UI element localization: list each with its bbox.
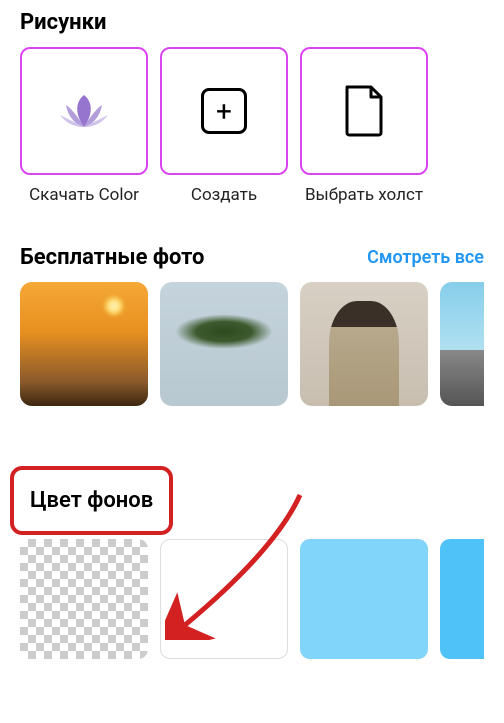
tile-label: Скачать Color [29, 185, 139, 205]
create-tile[interactable]: + Создать [160, 47, 288, 205]
tile-label: Создать [191, 185, 257, 205]
color-swatch-sky-blue[interactable] [440, 539, 484, 659]
drawings-title: Рисунки [20, 10, 106, 35]
document-icon [343, 85, 385, 137]
tile-label: Выбрать холст [305, 185, 423, 205]
free-photos-title: Бесплатные фото [20, 245, 204, 270]
bg-colors-title: Цвет фонов [10, 466, 173, 535]
lotus-icon [56, 83, 112, 139]
photo-thumb-sunset[interactable] [20, 282, 148, 406]
free-photos-section: Бесплатные фото Смотреть все [0, 235, 504, 406]
color-swatch-light-blue[interactable] [300, 539, 428, 659]
drawings-tiles: Скачать Color + Создать Выбрать холст [20, 47, 484, 205]
download-color-tile[interactable]: Скачать Color [20, 47, 148, 205]
color-swatch-white[interactable] [160, 539, 288, 659]
see-all-link[interactable]: Смотреть все [367, 247, 484, 268]
photos-row[interactable] [20, 282, 484, 406]
plus-icon: + [201, 88, 247, 134]
photo-thumb-person[interactable] [300, 282, 428, 406]
photo-thumb-road[interactable] [440, 282, 484, 406]
photo-thumb-tree[interactable] [160, 282, 288, 406]
choose-canvas-tile[interactable]: Выбрать холст [300, 47, 428, 205]
colors-row[interactable] [20, 539, 484, 659]
color-swatch-transparent[interactable] [20, 539, 148, 659]
drawings-section: Рисунки Скачать Color + Создать [0, 0, 504, 205]
bg-colors-section: Цвет фонов [0, 466, 504, 659]
